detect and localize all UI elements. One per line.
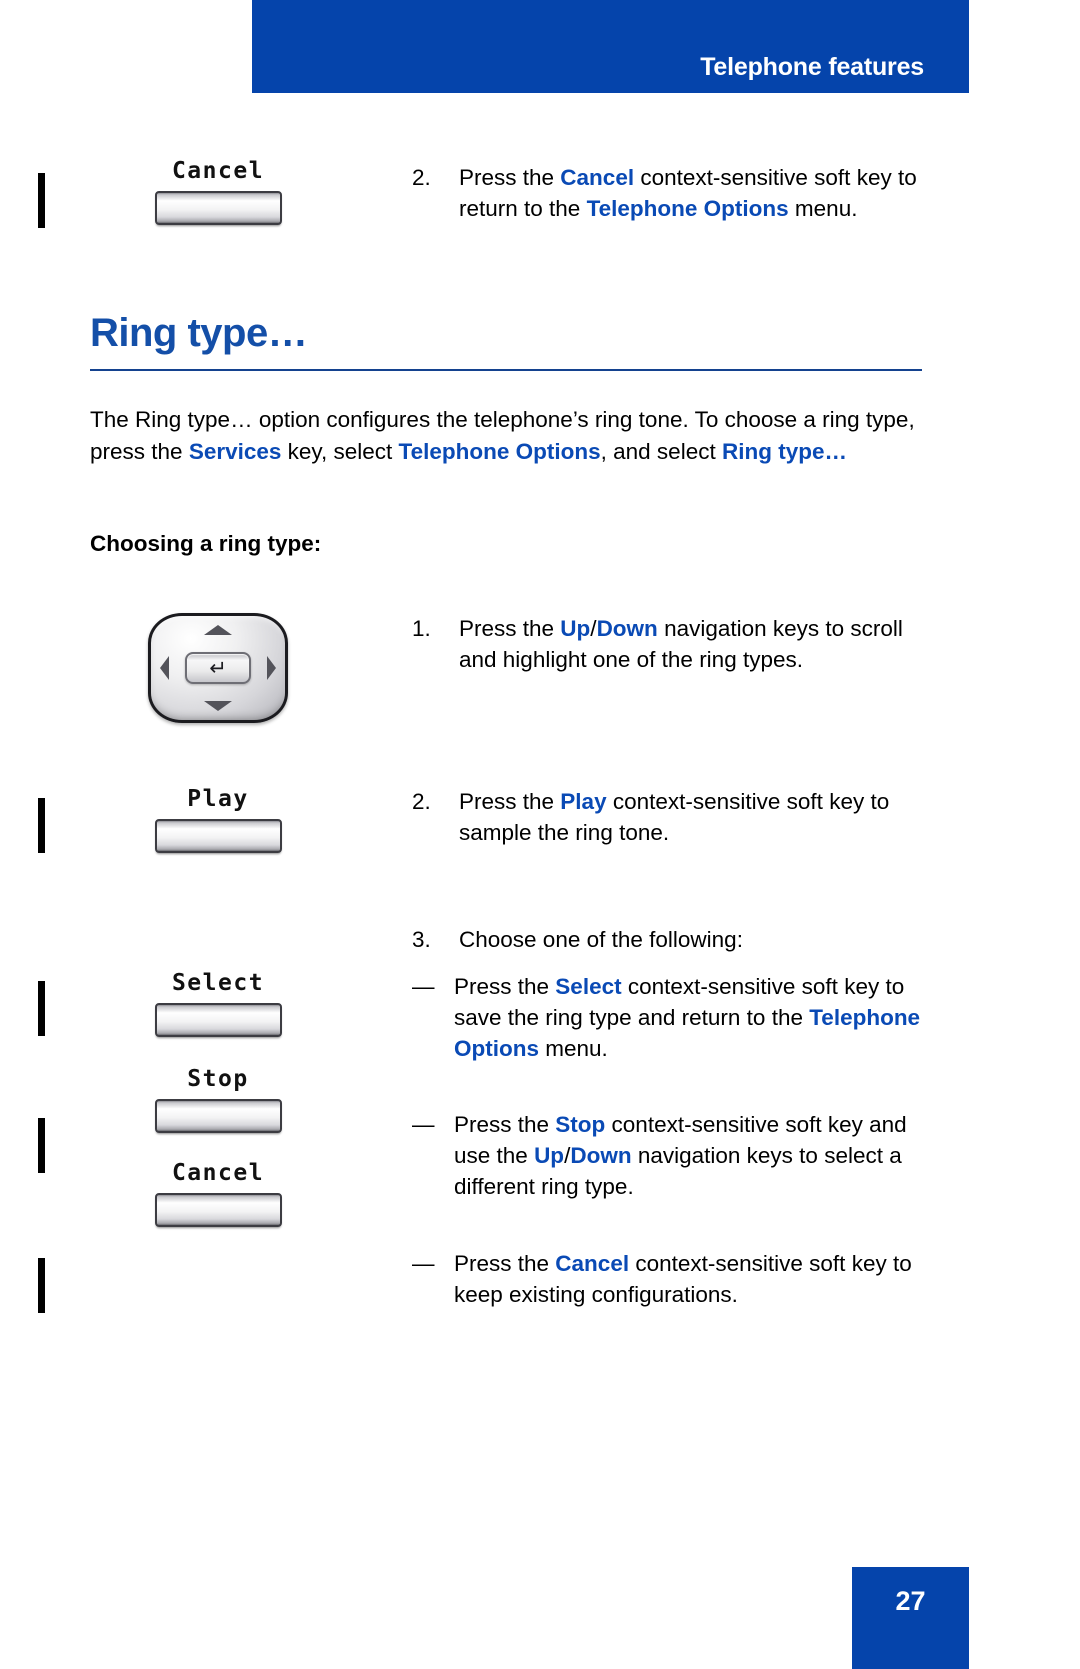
step-row: 2. Press the Play context-sensitive soft… xyxy=(412,786,932,848)
bullet-dash: — xyxy=(412,1112,435,1137)
softkey-button-play[interactable] xyxy=(154,819,282,853)
bullet-text-part1: Press the xyxy=(454,1251,556,1276)
page-content: Cancel 2. Press the Cancel context-sensi… xyxy=(0,0,1080,1669)
softkey-lcd-label: Cancel xyxy=(171,1160,265,1186)
step-text-part3: menu. xyxy=(788,196,858,221)
nav-enter-key[interactable]: ↵ xyxy=(185,652,251,684)
change-bar xyxy=(38,1118,45,1173)
bullet-dash: — xyxy=(412,974,435,999)
step-number: 2. xyxy=(412,789,431,814)
inline-keyword-down: Down xyxy=(596,616,658,641)
intro-paragraph: The Ring type… option configures the tel… xyxy=(90,404,930,467)
bullet-text-part1: Press the xyxy=(454,974,556,999)
softkey-button-stop[interactable] xyxy=(154,1099,282,1133)
section-heading-rule xyxy=(90,369,922,371)
softkey-lcd-label: Stop xyxy=(187,1066,249,1092)
inline-keyword-ring-type: Ring type… xyxy=(721,438,847,464)
inline-keyword-up: Up xyxy=(560,616,591,641)
intro-part2: key, select xyxy=(281,438,399,464)
step-text-part1: Press the xyxy=(459,789,561,814)
inline-keyword-play: Play xyxy=(560,789,607,814)
navigation-cluster-art: ↵ xyxy=(88,613,348,723)
nav-up-arrow-icon[interactable] xyxy=(204,625,232,635)
step-text: Choose one of the following: xyxy=(459,927,743,952)
step-number: 3. xyxy=(412,927,431,952)
nav-down-arrow-icon[interactable] xyxy=(204,701,232,711)
softkey-button-cancel[interactable] xyxy=(154,191,282,225)
bullet-text: Press the Cancel context-sensitive soft … xyxy=(454,1248,932,1310)
inline-keyword-select: Select xyxy=(555,974,622,999)
step-row: 1. Press the Up/Down navigation keys to … xyxy=(412,613,932,675)
inline-keyword-down: Down xyxy=(570,1143,632,1168)
softkey-art-play: Play xyxy=(88,788,348,853)
bullet-select: — Press the Select context-sensitive sof… xyxy=(412,971,932,1064)
intro-part3: , and select xyxy=(600,438,722,464)
step-1: 1. Press the Up/Down navigation keys to … xyxy=(412,613,932,675)
bullet-stop: — Press the Stop context-sensitive soft … xyxy=(412,1109,932,1202)
inline-keyword-stop: Stop xyxy=(555,1112,606,1137)
sub-heading-choosing-ring-type: Choosing a ring type: xyxy=(90,531,322,556)
footer-block xyxy=(852,1567,969,1669)
step-text: Press the Cancel context-sensitive soft … xyxy=(459,162,932,224)
bullet-text: Press the Select context-sensitive soft … xyxy=(454,971,932,1064)
bullet-cancel: — Press the Cancel context-sensitive sof… xyxy=(412,1248,932,1310)
bullet-text-part3: menu. xyxy=(539,1036,608,1061)
bullet-row: — Press the Select context-sensitive sof… xyxy=(412,971,932,1064)
step-row: 2. Press the Cancel context-sensitive so… xyxy=(412,162,932,224)
bullet-row: — Press the Stop context-sensitive soft … xyxy=(412,1109,932,1202)
page-number: 27 xyxy=(895,1586,926,1616)
softkey-art-stop: Stop xyxy=(88,1068,348,1133)
inline-keyword-telephone-options: Telephone Options xyxy=(398,438,601,464)
change-bar xyxy=(38,173,45,228)
step-number: 1. xyxy=(412,616,431,641)
softkey-lcd-label: Play xyxy=(187,786,249,812)
bullet-dash: — xyxy=(412,1251,435,1276)
softkey-art-cancel-bottom: Cancel xyxy=(88,1162,348,1227)
change-bar xyxy=(38,981,45,1036)
step-2-top: 2. Press the Cancel context-sensitive so… xyxy=(412,162,932,224)
bullet-text: Press the Stop context-sensitive soft ke… xyxy=(454,1109,932,1202)
softkey-lcd-label: Select xyxy=(171,970,265,996)
section-heading: Ring type… xyxy=(90,311,308,355)
softkey-button-cancel[interactable] xyxy=(154,1193,282,1227)
step-text-part1: Press the xyxy=(459,165,561,190)
softkey-art-cancel-top: Cancel xyxy=(88,160,348,225)
bullet-row: — Press the Cancel context-sensitive sof… xyxy=(412,1248,932,1310)
change-bar xyxy=(38,1258,45,1313)
nav-left-arrow-icon[interactable] xyxy=(160,656,169,680)
step-number: 2. xyxy=(412,165,431,190)
step-text: Press the Up/Down navigation keys to scr… xyxy=(459,613,932,675)
step-text-part1: Press the xyxy=(459,616,561,641)
navigation-keys-cluster[interactable]: ↵ xyxy=(148,613,288,723)
step-3: 3. Choose one of the following: xyxy=(412,924,932,955)
enter-arrow-icon: ↵ xyxy=(209,656,227,680)
inline-keyword-cancel: Cancel xyxy=(560,165,635,190)
change-bar xyxy=(38,798,45,853)
softkey-lcd-label: Cancel xyxy=(171,158,265,184)
softkey-button-select[interactable] xyxy=(154,1003,282,1037)
step-row: 3. Choose one of the following: xyxy=(412,924,932,955)
inline-keyword-up: Up xyxy=(534,1143,565,1168)
inline-keyword-services: Services xyxy=(188,438,282,464)
nav-right-arrow-icon[interactable] xyxy=(267,656,276,680)
inline-keyword-cancel: Cancel xyxy=(555,1251,630,1276)
softkey-art-select: Select xyxy=(88,972,348,1037)
bullet-text-part1: Press the xyxy=(454,1112,556,1137)
step-text: Press the Play context-sensitive soft ke… xyxy=(459,786,932,848)
step-2: 2. Press the Play context-sensitive soft… xyxy=(412,786,932,848)
inline-keyword-telephone-options: Telephone Options xyxy=(586,196,789,221)
